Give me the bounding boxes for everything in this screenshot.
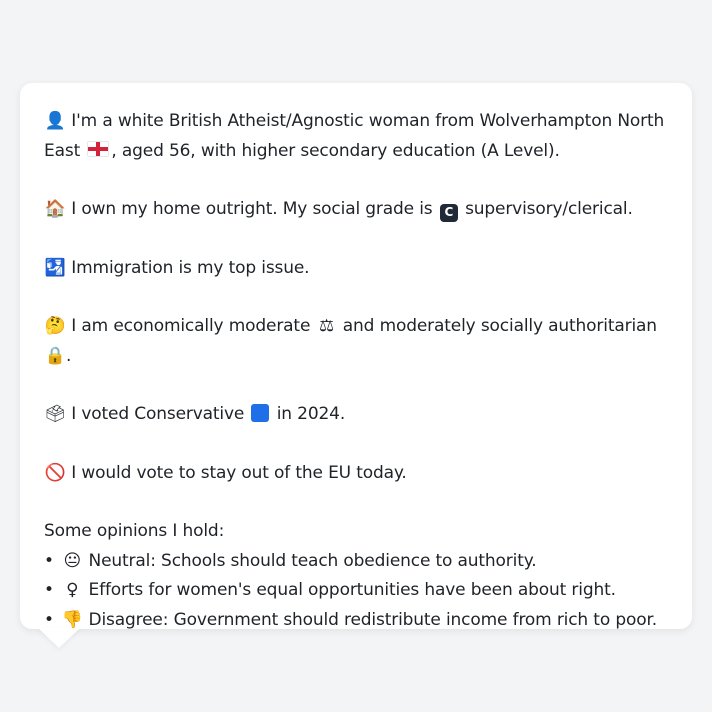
thinking-face-icon: 🤔 [44, 316, 66, 336]
england-flag-icon [87, 140, 110, 157]
profile-line-eu: 🚫 I would vote to stay out of the EU tod… [44, 459, 668, 489]
bubble-tail [38, 628, 80, 648]
bullet-icon: • [44, 580, 54, 600]
ideology-text-end: . [66, 345, 72, 366]
profile-line-identity: 👤 I'm a white British Atheist/Agnostic w… [44, 107, 668, 166]
opinion-text: Disagree: Government should redistribute… [88, 609, 658, 630]
scales-icon: ⚖ [318, 316, 335, 336]
ideology-text: I am economically moderate [71, 316, 311, 336]
home-text: I own my home outright. My social grade … [71, 199, 433, 219]
prohibited-icon: 🚫 [44, 462, 66, 483]
opinion-text: Neutral: Schools should teach obedience … [88, 550, 537, 571]
ballot-box-icon: 🗳 [44, 404, 66, 424]
profile-line-ideology: 🤔 I am economically moderate ⚖ and moder… [44, 312, 668, 371]
opinion-item: • 😐 Neutral: Schools should teach obedie… [44, 547, 668, 577]
profile-line-vote: 🗳 I voted Conservative in 2024. [44, 400, 668, 430]
profile-line-home: 🏠 I own my home outright. My social grad… [44, 195, 668, 225]
passport-control-icon: 🛂 [44, 257, 66, 278]
opinion-item: • ♀ Efforts for women's equal opportunit… [44, 576, 668, 606]
social-grade-badge: C [439, 203, 458, 222]
profile-line-issue: 🛂 Immigration is my top issue. [44, 254, 668, 284]
female-sign-icon: ♀ [66, 580, 79, 600]
issue-text: Immigration is my top issue. [71, 257, 310, 278]
bullet-icon: • [44, 550, 54, 571]
lock-icon: 🔒 [44, 345, 66, 366]
person-silhouette-icon: 👤 [44, 111, 66, 131]
eu-text: I would vote to stay out of the EU today… [71, 462, 407, 483]
blue-square-icon [251, 404, 270, 422]
vote-text-cont: in 2024. [276, 404, 346, 424]
vote-text: I voted Conservative [71, 404, 245, 424]
chat-message-bubble: 👤 I'm a white British Atheist/Agnostic w… [20, 83, 692, 630]
opinions-heading: Some opinions I hold: [44, 521, 225, 541]
identity-text-cont: , aged 56, with higher secondary educati… [111, 140, 560, 161]
ideology-text-cont: and moderately socially authoritarian [342, 316, 657, 336]
opinion-item: • 👎 Disagree: Government should redistri… [44, 606, 668, 636]
home-text-cont: supervisory/clerical. [465, 199, 633, 219]
message-text: 👤 I'm a white British Atheist/Agnostic w… [44, 107, 668, 635]
opinion-text: Efforts for women's equal opportunities … [88, 580, 616, 600]
house-icon: 🏠 [44, 199, 66, 219]
neutral-face-icon: 😐 [63, 550, 82, 571]
